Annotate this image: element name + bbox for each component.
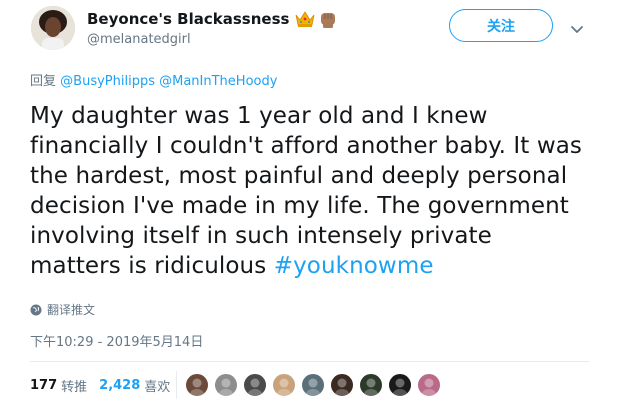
follow-button[interactable]: 关注 bbox=[449, 9, 553, 42]
liker-avatar-8[interactable] bbox=[388, 373, 412, 397]
mention-link[interactable]: @ManInTheHoody bbox=[159, 74, 277, 89]
hashtag-link[interactable]: #youknowme bbox=[274, 253, 434, 279]
liker-avatar-2[interactable] bbox=[214, 373, 238, 397]
retweet-count[interactable]: 177 bbox=[30, 378, 57, 393]
reply-context: 回复 @BusyPhilipps @ManInTheHoody bbox=[30, 70, 277, 89]
display-name-text: Beyonce's Blackassness bbox=[87, 10, 290, 28]
author-avatar[interactable] bbox=[31, 6, 75, 50]
divider bbox=[30, 361, 589, 362]
tweet-header: Beyonce's Blackassness @melanatedgirl 关注 bbox=[0, 0, 619, 60]
retweet-label[interactable]: 转推 bbox=[61, 376, 87, 395]
reply-prefix: 回复 bbox=[30, 74, 57, 89]
translate-tweet[interactable]: 翻译推文 bbox=[30, 301, 95, 318]
liker-avatar-3[interactable] bbox=[243, 373, 267, 397]
liker-avatar-6[interactable] bbox=[330, 373, 354, 397]
chevron-down-icon[interactable] bbox=[570, 20, 584, 33]
liker-avatar-9[interactable] bbox=[417, 373, 441, 397]
liker-avatar-5[interactable] bbox=[301, 373, 325, 397]
liker-avatar-1[interactable] bbox=[185, 373, 209, 397]
liker-avatar-4[interactable] bbox=[272, 373, 296, 397]
liker-avatar-7[interactable] bbox=[359, 373, 383, 397]
crown-icon bbox=[295, 10, 315, 28]
tweet-timestamp[interactable]: 下午10:29 - 2019年5月14日 bbox=[30, 331, 203, 350]
author-handle[interactable]: @melanatedgirl bbox=[87, 32, 191, 47]
tweet-text: My daughter was 1 year old and I knew fi… bbox=[30, 101, 590, 281]
raised-fist-icon bbox=[318, 9, 338, 29]
stats-divider bbox=[176, 371, 177, 399]
like-count[interactable]: 2,428 bbox=[99, 378, 140, 393]
author-display-name[interactable]: Beyonce's Blackassness bbox=[87, 9, 338, 29]
tweet-stats: 177 转推 2,428 喜欢 bbox=[30, 376, 182, 395]
translate-label: 翻译推文 bbox=[47, 303, 96, 317]
like-label[interactable]: 喜欢 bbox=[144, 376, 170, 395]
mention-link[interactable]: @BusyPhilipps bbox=[60, 74, 155, 89]
globe-icon bbox=[30, 304, 42, 315]
liker-avatars bbox=[185, 373, 446, 397]
